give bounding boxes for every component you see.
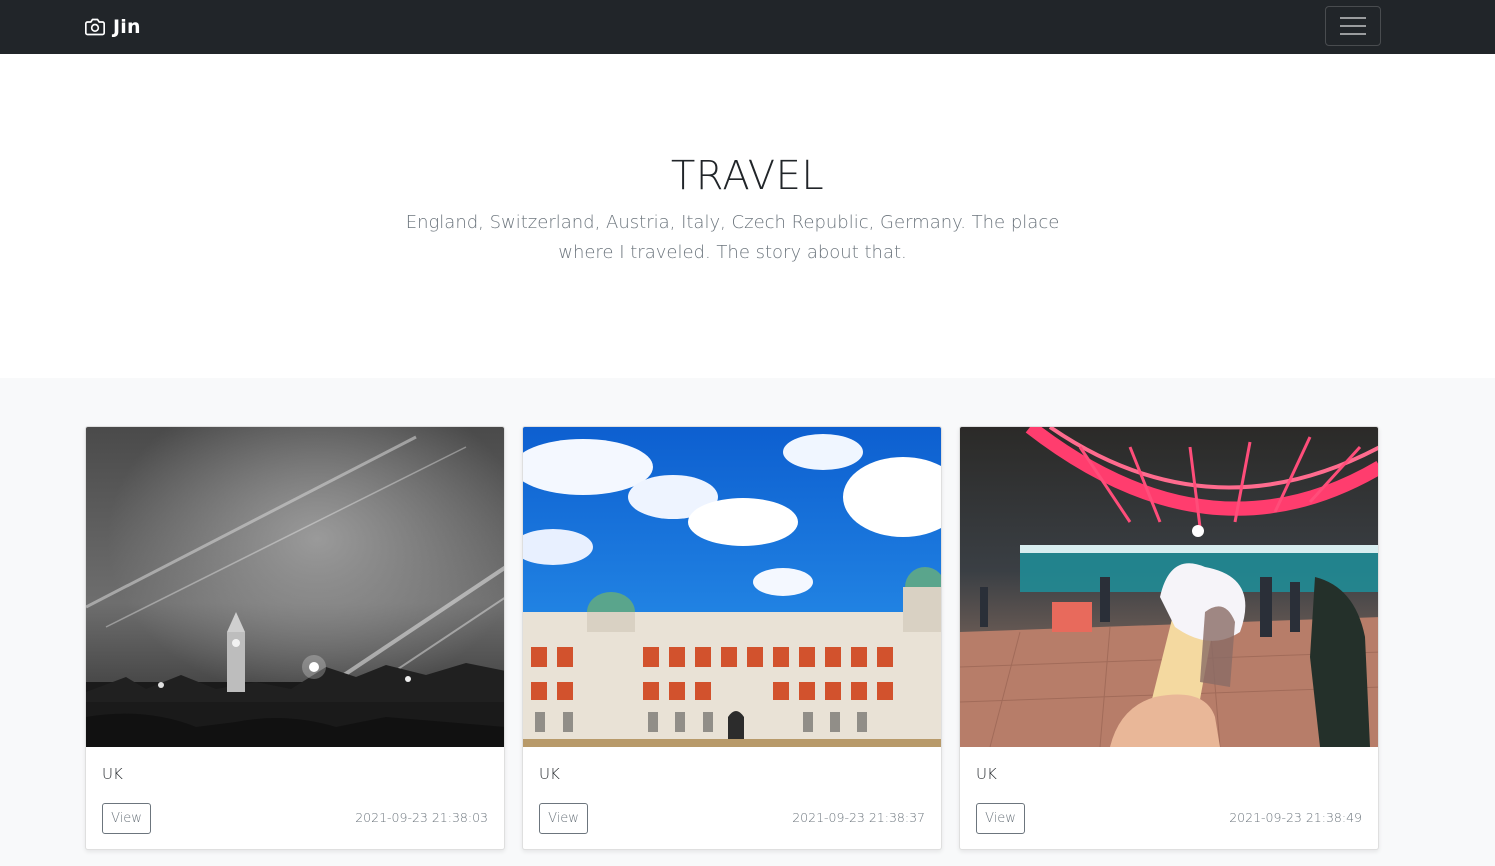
- hero-lead: England, Switzerland, Austria, Italy, Cz…: [405, 212, 1060, 263]
- card-title: UK: [976, 765, 997, 783]
- photo-card: UK View 2021-09-23 21:38:49: [959, 426, 1379, 850]
- navbar-toggler-button[interactable]: [1325, 6, 1381, 46]
- card-image[interactable]: [523, 427, 942, 747]
- navbar: Jin: [0, 0, 1495, 54]
- view-button[interactable]: View: [976, 803, 1025, 834]
- card-title: UK: [102, 765, 123, 783]
- card-timestamp: 2021-09-23 21:38:03: [355, 810, 488, 825]
- brand-name: Jin: [113, 16, 141, 38]
- card-timestamp: 2021-09-23 21:38:49: [1229, 810, 1362, 825]
- hero-section: TRAVEL England, Switzerland, Austria, It…: [0, 54, 1495, 378]
- hero-title: TRAVEL: [670, 153, 825, 199]
- view-button[interactable]: View: [102, 803, 151, 834]
- brand-link[interactable]: Jin: [85, 14, 141, 40]
- card-timestamp: 2021-09-23 21:38:37: [792, 810, 925, 825]
- view-button[interactable]: View: [539, 803, 588, 834]
- photo-card: UK View 2021-09-23 21:38:37: [522, 426, 942, 850]
- camera-icon: [85, 18, 105, 36]
- card-title: UK: [539, 765, 560, 783]
- card-image[interactable]: [86, 427, 505, 747]
- album-section: UK View 2021-09-23 21:38:03 UK View 2021…: [0, 378, 1495, 866]
- hamburger-menu-icon: [1340, 17, 1366, 35]
- photo-card: UK View 2021-09-23 21:38:03: [85, 426, 505, 850]
- card-image[interactable]: [960, 427, 1379, 747]
